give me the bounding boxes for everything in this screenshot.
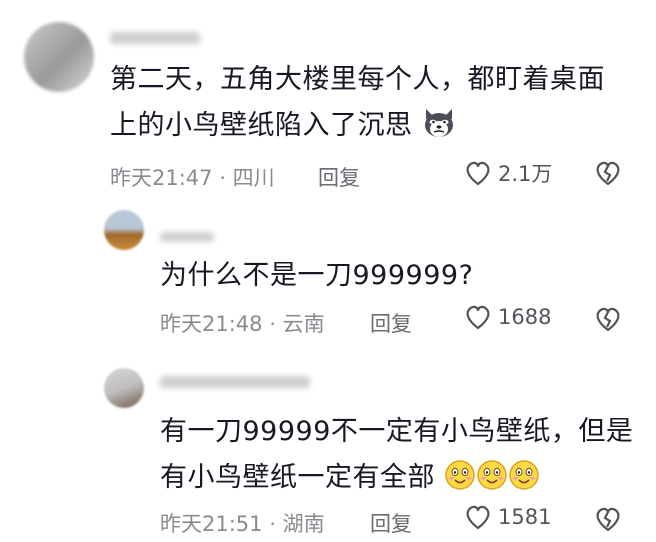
reply-button[interactable]: 回复 bbox=[370, 508, 412, 538]
smile-emoji-icon bbox=[476, 459, 508, 491]
comment-text: 有小鸟壁纸一定有全部 bbox=[160, 456, 540, 499]
broken-heart-icon[interactable] bbox=[594, 306, 622, 332]
like-button[interactable]: 1581 bbox=[464, 504, 551, 530]
avatar[interactable] bbox=[24, 22, 94, 92]
comment-text: 上的小鸟壁纸陷入了沉思 bbox=[110, 104, 456, 147]
heart-outline-icon bbox=[464, 304, 492, 330]
avatar[interactable] bbox=[104, 368, 144, 408]
comment-text: 有一刀99999不一定有小鸟壁纸，但是 bbox=[160, 416, 634, 447]
username-blurred[interactable] bbox=[110, 32, 200, 44]
avatar[interactable] bbox=[104, 210, 144, 250]
like-button[interactable]: 1688 bbox=[464, 304, 551, 330]
broken-heart-icon[interactable] bbox=[594, 160, 622, 186]
heart-outline-icon bbox=[464, 160, 492, 186]
reply-button[interactable]: 回复 bbox=[370, 308, 412, 338]
username-blurred[interactable] bbox=[160, 376, 310, 388]
reply-button[interactable]: 回复 bbox=[318, 162, 360, 192]
comment-meta: 昨天21:48 · 云南 bbox=[160, 312, 325, 336]
username-blurred[interactable] bbox=[160, 232, 214, 242]
broken-heart-icon[interactable] bbox=[594, 506, 622, 532]
comment-meta: 昨天21:47 · 四川 bbox=[110, 166, 275, 190]
heart-outline-icon bbox=[464, 504, 492, 530]
comment-text: 第二天，五角大楼里每个人，都盯着桌面 bbox=[110, 64, 605, 95]
comment-meta: 昨天21:51 · 湖南 bbox=[160, 512, 325, 536]
like-button[interactable]: 2.1万 bbox=[464, 158, 552, 188]
smile-emoji-icon bbox=[508, 459, 540, 491]
husky-emoji-icon bbox=[422, 107, 456, 139]
comment-text: 为什么不是一刀999999? bbox=[160, 260, 474, 291]
smile-emoji-icon bbox=[444, 459, 476, 491]
